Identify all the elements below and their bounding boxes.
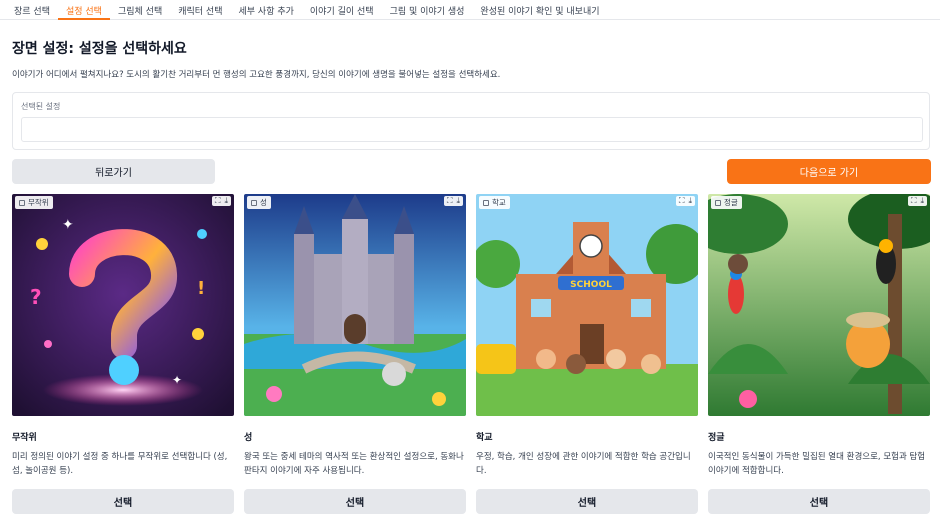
image-tag-icon xyxy=(19,199,25,206)
page-title: 장면 설정: 설정을 선택하세요 xyxy=(12,41,187,57)
image-tag-icon xyxy=(251,199,257,206)
card-title: 무작위 xyxy=(12,433,37,443)
image-tag-text: 성 xyxy=(260,198,267,207)
svg-text:!: ! xyxy=(197,278,205,299)
download-icon[interactable]: ⤓ xyxy=(920,196,924,206)
selected-setting-label: 선택된 설정 xyxy=(21,102,61,111)
card-image[interactable]: ? ! ✦ ✦ 무작위 ⛶ ⤓ xyxy=(12,194,234,416)
card-title: 정글 xyxy=(708,433,725,443)
setting-card-castle: 성 ⛶ ⤓ 성 왕국 또는 중세 테마의 역사적 또는 환상적인 설정으로, 동화… xyxy=(244,194,466,519)
select-button[interactable]: 선택 xyxy=(708,489,930,514)
setting-card-jungle: 정글 ⛶ ⤓ 정글 이국적인 동식물이 가득한 밀집된 열대 환경으로, 모험과 … xyxy=(708,194,930,519)
download-icon[interactable]: ⤓ xyxy=(224,196,228,206)
tab-character[interactable]: 캐릭터 선택 xyxy=(170,0,230,20)
image-label: 성 xyxy=(247,196,271,209)
image-tools: ⛶ ⤓ xyxy=(907,196,927,206)
tab-genre[interactable]: 장르 선택 xyxy=(6,0,58,20)
card-title: 학교 xyxy=(476,433,493,443)
image-label: 무작위 xyxy=(15,196,53,209)
setting-card-school: SCHOOL 학교 ⛶ ⤓ 학교 우정, 학습, 개인 성장에 관한 이야기에 적… xyxy=(476,194,698,519)
image-tag-icon xyxy=(715,199,721,206)
card-title: 성 xyxy=(244,433,253,443)
svg-text:✦: ✦ xyxy=(62,217,74,233)
card-description: 왕국 또는 중세 테마의 역사적 또는 환상적인 설정으로, 동화나 판타지 이… xyxy=(244,452,464,476)
selected-setting-input[interactable] xyxy=(21,117,923,142)
select-button[interactable]: 선택 xyxy=(244,489,466,514)
image-tag-text: 정글 xyxy=(724,198,738,207)
castle-illustration xyxy=(244,194,466,416)
tab-setting[interactable]: 설정 선택 xyxy=(57,0,110,20)
card-description: 미리 정의된 이야기 설정 중 하나를 무작위로 선택합니다 (성, 섬, 놀이… xyxy=(12,452,228,476)
image-tag-icon xyxy=(483,199,489,206)
tab-details[interactable]: 세부 사항 추가 xyxy=(231,0,302,20)
select-button[interactable]: 선택 xyxy=(476,489,698,514)
fullscreen-icon[interactable]: ⛶ xyxy=(447,196,453,206)
select-button[interactable]: 선택 xyxy=(12,489,234,514)
next-button[interactable]: 다음으로 가기 xyxy=(727,159,931,184)
image-label: 학교 xyxy=(479,196,510,209)
card-image[interactable]: 정글 ⛶ ⤓ xyxy=(708,194,930,416)
tab-story-length[interactable]: 이야기 길이 선택 xyxy=(302,0,382,20)
card-description: 이국적인 동식물이 가득한 밀집된 열대 환경으로, 모험과 탐험 이야기에 적… xyxy=(708,452,926,476)
tab-review-export[interactable]: 완성된 이야기 확인 및 내보내기 xyxy=(472,0,607,20)
fullscreen-icon[interactable]: ⛶ xyxy=(215,196,221,206)
image-tools: ⛶ ⤓ xyxy=(675,196,695,206)
card-image[interactable]: SCHOOL 학교 ⛶ ⤓ xyxy=(476,194,698,416)
download-icon[interactable]: ⤓ xyxy=(688,196,692,206)
card-image[interactable]: 성 ⛶ ⤓ xyxy=(244,194,466,416)
step-tabs: 장르 선택 설정 선택 그림체 선택 캐릭터 선택 세부 사항 추가 이야기 길… xyxy=(0,0,940,20)
tab-generate[interactable]: 그림 및 이야기 생성 xyxy=(382,0,473,20)
fullscreen-icon[interactable]: ⛶ xyxy=(679,196,685,206)
school-illustration: SCHOOL xyxy=(476,194,698,416)
tab-art-style[interactable]: 그림체 선택 xyxy=(110,0,170,20)
question-mark-illustration: ? ! ✦ ✦ xyxy=(12,194,234,416)
svg-text:SCHOOL: SCHOOL xyxy=(570,280,612,290)
svg-text:?: ? xyxy=(30,285,42,309)
page-description: 이야기가 어디에서 펼쳐지나요? 도시의 활기찬 거리부터 먼 행성의 고요한 … xyxy=(12,70,501,80)
svg-text:✦: ✦ xyxy=(172,373,182,387)
jungle-illustration xyxy=(708,194,930,416)
image-tag-text: 학교 xyxy=(492,198,506,207)
selected-setting-panel: 선택된 설정 xyxy=(12,92,930,150)
back-button[interactable]: 뒤로가기 xyxy=(12,159,215,184)
fullscreen-icon[interactable]: ⛶ xyxy=(911,196,917,206)
image-tools: ⛶ ⤓ xyxy=(211,196,231,206)
card-description: 우정, 학습, 개인 성장에 관한 이야기에 적합한 학습 공간입니다. xyxy=(476,452,691,476)
image-tag-text: 무작위 xyxy=(28,198,49,207)
image-tools: ⛶ ⤓ xyxy=(443,196,463,206)
image-label: 정글 xyxy=(711,196,742,209)
download-icon[interactable]: ⤓ xyxy=(456,196,460,206)
setting-card-random: ? ! ✦ ✦ 무작위 ⛶ ⤓ 무작위 미리 정의된 이야기 설정 중 하나를 무… xyxy=(12,194,234,519)
